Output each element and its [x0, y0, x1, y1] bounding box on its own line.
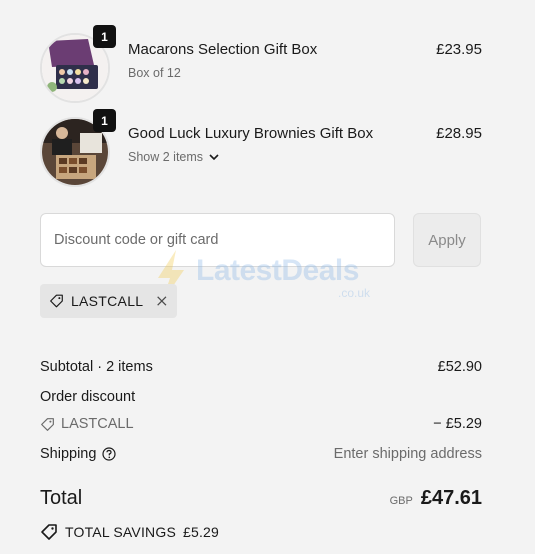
- quantity-badge: 1: [93, 109, 116, 132]
- discount-code-row: LASTCALL − £5.29: [40, 416, 482, 436]
- tag-icon: [50, 294, 63, 308]
- subtotal-row: Subtotal · 2 items £52.90: [40, 359, 482, 375]
- applied-discount-chip: LASTCALL: [40, 284, 177, 318]
- quantity-badge: 1: [93, 25, 116, 48]
- item-variant-label: Box of 12: [128, 66, 181, 80]
- shipping: Shipping: [40, 446, 117, 462]
- item-name: Macarons Selection Gift Box: [128, 41, 318, 58]
- discount-code-input[interactable]: Discount code or gift card: [40, 213, 395, 267]
- show-items-label: Show 2 items: [128, 150, 204, 164]
- item-name: Good Luck Luxury Brownies Gift Box: [128, 125, 374, 142]
- tag-icon: [41, 417, 54, 431]
- chevron-down-icon: [209, 153, 219, 160]
- item-variant: Box of 12: [128, 66, 181, 80]
- discount-code: LASTCALL: [40, 416, 134, 432]
- subtotal-label: Subtotal · 2 items: [40, 359, 153, 375]
- help-icon[interactable]: [102, 447, 117, 461]
- order-discount-label: Order discount: [40, 389, 136, 405]
- currency-code: GBP: [389, 495, 413, 507]
- shipping-label: Shipping: [40, 446, 97, 462]
- cart-item: 1 Good Luck Luxury Brownies Gift Box Sho…: [40, 109, 482, 187]
- order-discount-row: Order discount: [40, 389, 482, 405]
- discount-value: − £5.29: [433, 416, 482, 432]
- savings-value: £5.29: [183, 524, 220, 540]
- watermark-subtext: .co.uk: [338, 286, 371, 300]
- apply-button[interactable]: Apply: [413, 213, 481, 267]
- product-thumbnail: 1: [40, 109, 116, 187]
- subtotal-value: £52.90: [437, 359, 482, 375]
- total-value: £47.61: [420, 487, 482, 509]
- remove-code-icon[interactable]: [156, 294, 168, 308]
- applied-code-label: LASTCALL: [70, 293, 144, 309]
- shipping-value: Enter shipping address: [333, 446, 482, 462]
- savings-label: TOTAL SAVINGS: [65, 524, 176, 540]
- item-price: £23.95: [436, 41, 482, 58]
- total-amount: GBP £47.61: [390, 487, 482, 510]
- item-price: £28.95: [436, 125, 482, 142]
- total-savings: TOTAL SAVINGS £5.29: [40, 523, 219, 541]
- product-thumbnail: 1: [40, 25, 116, 103]
- discount-placeholder: Discount code or gift card: [54, 232, 219, 248]
- tag-icon: [41, 524, 57, 540]
- cart-item: 1 Macarons Selection Gift Box Box of 12 …: [40, 25, 482, 103]
- shipping-row: Shipping Enter shipping address: [40, 446, 482, 462]
- discount-code-label: LASTCALL: [61, 416, 134, 432]
- show-items-toggle[interactable]: Show 2 items: [128, 150, 219, 164]
- total-label: Total: [40, 487, 83, 509]
